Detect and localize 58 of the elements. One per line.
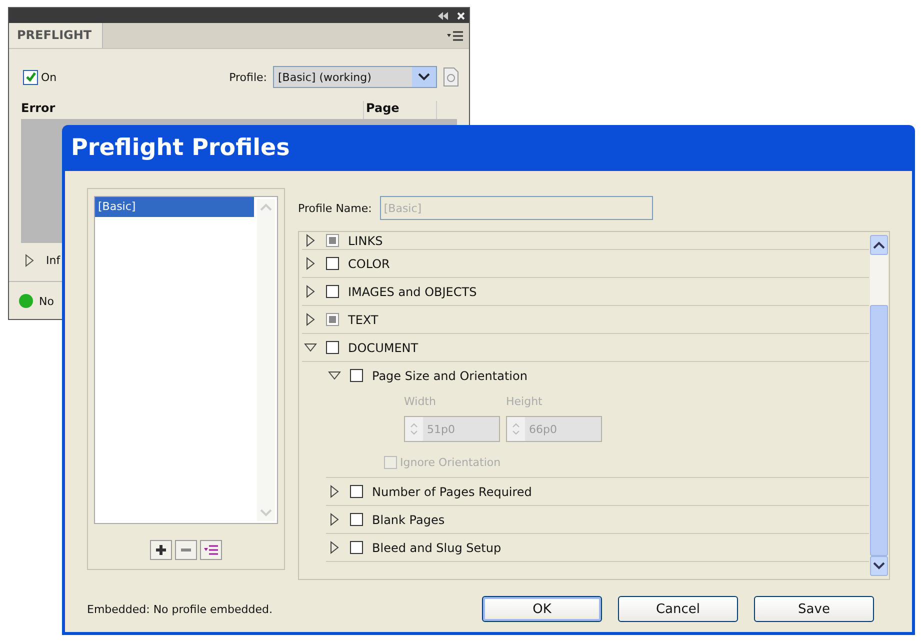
on-checkbox[interactable] — [23, 70, 38, 84]
column-header: Error — [21, 101, 56, 117]
expand-arrow-icon[interactable] — [328, 485, 341, 498]
expand-arrow-icon[interactable] — [25, 254, 34, 266]
rule-label: Blank Pages — [372, 512, 445, 526]
status-dot-icon — [19, 294, 33, 308]
profile-label: Profile: — [229, 70, 267, 84]
expand-arrow-icon[interactable] — [304, 234, 317, 247]
expand-arrow-icon[interactable] — [304, 285, 317, 298]
dialog-button[interactable]: OK — [482, 596, 602, 622]
category-label: COLOR — [348, 256, 390, 270]
close-icon[interactable] — [457, 12, 465, 20]
chevron-down-icon — [418, 73, 430, 81]
category-checkbox[interactable] — [326, 234, 339, 247]
category-label: IMAGES and OBJECTS — [348, 284, 477, 298]
dialog-title: Preflight Profiles — [70, 134, 291, 163]
category-checkbox[interactable] — [326, 257, 339, 270]
field-label: Width — [404, 395, 437, 408]
expand-arrow-icon[interactable] — [304, 257, 317, 270]
rule-label: Page Size and Orientation — [372, 368, 528, 382]
rule-checkbox[interactable] — [350, 541, 363, 554]
rule-checkbox[interactable] — [350, 513, 363, 526]
scroll-up-icon[interactable] — [873, 241, 885, 249]
collapse-icon[interactable] — [437, 12, 449, 20]
embedded-status: Embedded: No profile embedded. — [87, 602, 272, 616]
rule-label: Number of Pages Required — [372, 484, 532, 498]
rule-label: Bleed and Slug Setup — [372, 540, 502, 554]
dialog-button[interactable]: Cancel — [618, 596, 738, 622]
option-label: Ignore Orientation — [400, 456, 501, 469]
expand-arrow-icon[interactable] — [328, 513, 341, 526]
collapse-arrow-icon[interactable] — [328, 369, 341, 382]
category-label: TEXT — [348, 312, 378, 326]
menu-icon — [204, 545, 218, 555]
rule-checkbox[interactable] — [350, 485, 363, 498]
category-label: DOCUMENT — [348, 340, 418, 354]
category-checkbox[interactable] — [326, 313, 339, 326]
scrollbar[interactable] — [870, 235, 888, 576]
profile-name-label: Profile Name: — [298, 202, 372, 214]
field-label: Height — [506, 395, 544, 408]
panel-tab[interactable]: PREFLIGHT — [9, 23, 103, 48]
status-text: No — [39, 294, 54, 308]
info-label: Inf — [46, 254, 60, 266]
dialog-button[interactable]: Save — [754, 596, 874, 622]
scroll-down-icon[interactable] — [873, 562, 885, 570]
rule-checkbox[interactable] — [350, 369, 363, 382]
plus-icon — [155, 544, 167, 556]
category-checkbox[interactable] — [326, 341, 339, 354]
on-label: On — [41, 70, 57, 84]
category-checkbox[interactable] — [326, 285, 339, 298]
expand-arrow-icon[interactable] — [304, 313, 317, 326]
profile-dropdown[interactable]: [Basic] (working) — [273, 66, 437, 88]
add-profile-button[interactable] — [150, 540, 172, 560]
panel-menu-icon[interactable] — [447, 30, 463, 40]
expand-arrow-icon[interactable] — [328, 541, 341, 554]
profile-item[interactable]: [Basic] — [95, 197, 254, 217]
collapse-arrow-icon[interactable] — [304, 341, 317, 354]
category-label: LINKS — [348, 234, 383, 248]
profile-menu-button[interactable] — [200, 540, 222, 560]
